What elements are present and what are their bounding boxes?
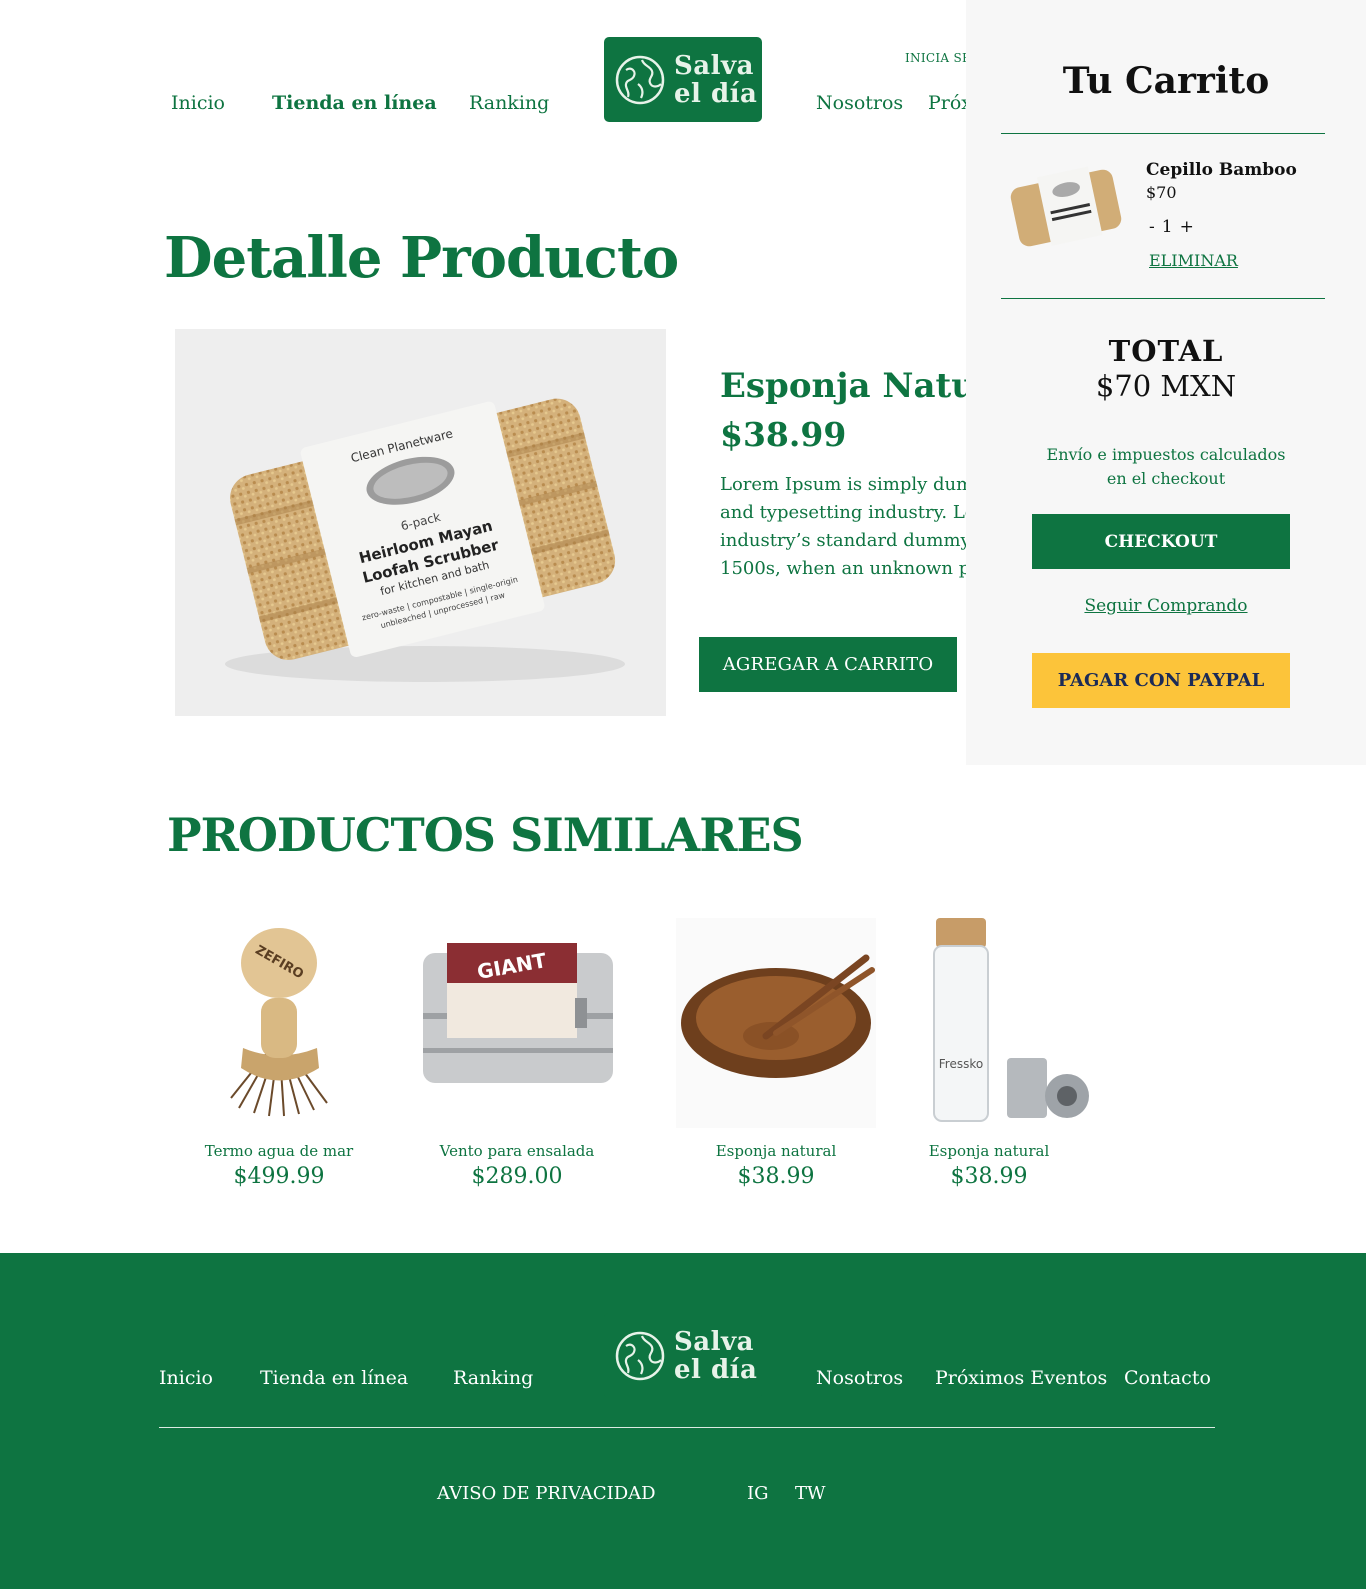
product-image: Clean Planetware 6-pack Heirloom Mayan L… [175,329,666,716]
shipping-note: Envío e impuestos calculados en el check… [1046,445,1286,488]
header-logo[interactable]: Salva el día [604,37,762,122]
loofah-package-image: Clean Planetware 6-pack Heirloom Mayan L… [225,398,625,682]
login-link[interactable]: INICIA SE [905,51,971,65]
brush-icon: ZEFIRO [230,928,328,1117]
glass-bottle-icon: Fressko [933,918,1089,1122]
privacy-link[interactable]: AVISO DE PRIVACIDAD [437,1483,656,1504]
footer-link-nosotros[interactable]: Nosotros [816,1367,903,1389]
similar-product-price: $499.99 [233,1164,325,1189]
similar-product-card[interactable]: ZEFIRO Termo agua de mar $499.99 [174,918,384,1189]
cart-panel: Tu Carrito Cepillo Bamboo $70 - 1 + ELIM… [966,0,1366,765]
similar-product-name: Esponja natural [928,1142,1050,1160]
cart-item-price: $70 [1146,183,1177,202]
similar-product-price: $289.00 [471,1164,563,1189]
similar-product-card[interactable]: Esponja natural $38.99 [671,918,881,1189]
footer-link-eventos[interactable]: Próximos Eventos [935,1367,1107,1389]
logo-line-1: Salva [674,1326,754,1357]
total-label: TOTAL [1108,334,1224,368]
logo-line-2: el día [674,1354,758,1385]
footer-link-tienda[interactable]: Tienda en línea [260,1367,408,1389]
footer-link-inicio[interactable]: Inicio [159,1367,213,1389]
footer: Inicio Tienda en línea Ranking Salva el … [0,1253,1366,1589]
add-to-cart-button[interactable]: AGREGAR A CARRITO [699,637,957,692]
paypal-button[interactable]: PAGAR CON PAYPAL [1032,653,1290,708]
quantity-increase-button[interactable]: + [1180,217,1194,237]
similar-product-name: Esponja natural [715,1142,837,1160]
logo-line-2: el día [674,78,758,109]
footer-link-ranking[interactable]: Ranking [453,1367,533,1389]
footer-logo[interactable]: Salva el día [604,1313,762,1398]
footer-link-contacto[interactable]: Contacto [1124,1367,1211,1389]
twitter-link[interactable]: TW [795,1483,826,1504]
wooden-bowl-icon [676,918,876,1128]
instagram-link[interactable]: IG [747,1483,769,1504]
similar-product-price: $38.99 [950,1164,1028,1189]
similar-product-price: $38.99 [737,1164,815,1189]
lunchbox-icon: GIANT [423,943,613,1083]
similar-products-title: PRODUCTOS SIMILARES [167,808,804,862]
quantity-value: 1 [1161,217,1173,237]
checkout-button[interactable]: CHECKOUT [1032,514,1290,569]
cart-divider [1001,133,1325,134]
footer-divider [159,1427,1215,1428]
globe-icon [615,1331,665,1380]
logo-wordmark: Salva el día [674,52,757,108]
cart-item-image [1010,166,1122,247]
remove-item-link[interactable]: ELIMINAR [1149,251,1238,270]
cart-divider [1001,298,1325,299]
cart-item-name: Cepillo Bamboo [1146,160,1297,180]
nav-inicio[interactable]: Inicio [171,92,225,114]
similar-product-card[interactable]: Fressko Esponja natural $38.99 [884,918,1094,1189]
nav-nosotros[interactable]: Nosotros [816,92,903,114]
similar-product-card[interactable]: GIANT Vento para ensalada $289.00 [412,918,622,1189]
nav-ranking[interactable]: Ranking [469,92,549,114]
page-title: Detalle Producto [164,225,679,291]
total-value: $70 MXN [1095,369,1237,403]
product-price: $38.99 [720,415,847,454]
quantity-stepper: - 1 + [1149,217,1194,237]
cart-title: Tu Carrito [1062,60,1270,102]
similar-product-name: Vento para ensalada [439,1142,595,1160]
logo-line-1: Salva [674,50,754,81]
nav-tienda-en-linea[interactable]: Tienda en línea [272,92,437,114]
globe-icon [615,55,665,104]
logo-wordmark: Salva el día [674,1328,757,1384]
bottle-label: Fressko [939,1057,983,1071]
similar-product-name: Termo agua de mar [204,1142,354,1160]
keep-shopping-link[interactable]: Seguir Comprando [966,596,1366,616]
quantity-decrease-button[interactable]: - [1149,217,1155,237]
